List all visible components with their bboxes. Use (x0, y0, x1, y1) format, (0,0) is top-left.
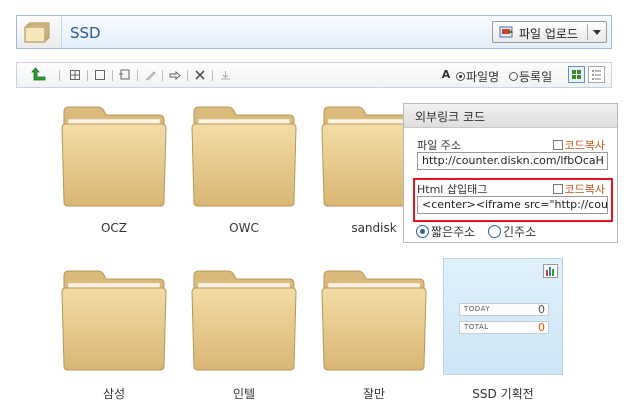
upload-icon (499, 25, 514, 42)
radio-selected-icon (416, 225, 429, 238)
popup-titlebar: 외부링크 코드 (404, 104, 617, 128)
html-tag-field[interactable]: <center><iframe src="http://coun (417, 196, 608, 214)
thumbnail-view-button[interactable] (568, 66, 585, 83)
folder-header: SSD 파일 업로드 (16, 15, 612, 49)
copy-icon (552, 140, 563, 150)
folder-icon (318, 262, 430, 374)
rename-icon[interactable] (143, 67, 157, 83)
divider (59, 70, 60, 81)
copy-icon (552, 184, 563, 194)
html-tag-label: Html 삽입태그 (417, 183, 488, 196)
upload-label: 파일 업로드 (519, 27, 579, 41)
delete-icon[interactable] (194, 67, 206, 83)
divider (137, 70, 138, 81)
sort-by-date-label: 등록일 (519, 70, 553, 84)
select-all-icon[interactable] (69, 67, 81, 83)
folder-icon (58, 262, 170, 374)
long-url-label: 긴주소 (503, 225, 537, 239)
folder-stack-icon (17, 16, 62, 48)
file-address-field[interactable]: http://counter.diskn.com/lfbOcaH (417, 152, 608, 170)
today-counter: TODAY 0 (459, 303, 549, 316)
external-link-popup: 외부링크 코드 파일 주소 코드복사 http://counter.diskn.… (403, 103, 618, 243)
long-url-option[interactable]: 긴주소 (488, 223, 536, 240)
today-value: 0 (538, 303, 545, 316)
total-counter: TOTAL 0 (459, 321, 549, 334)
move-icon[interactable] (168, 67, 182, 83)
divider (112, 70, 113, 81)
sort-by-name-option[interactable]: 파일명 (456, 68, 499, 85)
folder-item[interactable]: 삼성 (54, 262, 174, 412)
radio-selected-icon (456, 72, 465, 81)
bar-chart-icon (543, 264, 558, 281)
page-title: SSD (70, 24, 101, 42)
file-address-label: 파일 주소 (417, 139, 461, 152)
folder-name: OCZ (100, 221, 128, 235)
short-url-option[interactable]: 짧은주소 (416, 223, 475, 240)
copy-label: 코드복사 (564, 183, 605, 196)
copy-address-button[interactable]: 코드복사 (552, 137, 605, 153)
folder-icon (188, 262, 300, 374)
copy-html-button[interactable]: 코드복사 (552, 181, 605, 197)
list-icon (592, 70, 601, 80)
divider (187, 70, 188, 81)
divider (87, 70, 88, 81)
folder-icon (58, 98, 170, 210)
folder-item[interactable]: OWC (184, 98, 304, 248)
divider (212, 70, 213, 81)
folder-name: OWC (229, 221, 259, 235)
grid-icon (572, 70, 581, 79)
today-label: TODAY (464, 305, 491, 313)
folder-name: 삼성 (102, 387, 126, 401)
popup-title: 외부링크 코드 (415, 110, 486, 124)
download-icon[interactable] (218, 67, 232, 83)
list-view-button[interactable] (588, 66, 605, 83)
short-url-label: 짧은주소 (431, 225, 476, 239)
deselect-icon[interactable] (94, 67, 106, 83)
total-label: TOTAL (464, 323, 489, 331)
font-size-icon[interactable]: A (439, 67, 453, 83)
radio-icon (509, 72, 518, 81)
folder-item[interactable]: 잘만 (314, 262, 434, 412)
chevron-down-icon[interactable] (593, 30, 601, 35)
radio-icon (488, 225, 501, 238)
folder-name: SSD 기획전 (472, 387, 534, 401)
toolbar: A 파일명 등록일 (16, 62, 612, 88)
divider (587, 24, 588, 40)
up-folder-icon[interactable] (31, 67, 47, 83)
upload-button[interactable]: 파일 업로드 (492, 21, 607, 43)
folder-item[interactable]: 인텔 (184, 262, 304, 412)
folder-name: 인텔 (232, 387, 256, 401)
counter-widget[interactable]: TODAY 0 TOTAL 0 (443, 258, 563, 375)
sort-by-name-label: 파일명 (466, 70, 500, 84)
folder-name: 잘만 (362, 387, 386, 401)
folder-icon (188, 98, 300, 210)
divider (162, 70, 163, 81)
folder-item[interactable]: OCZ (54, 98, 174, 248)
copy-label: 코드복사 (564, 139, 605, 152)
total-value: 0 (538, 321, 545, 334)
sort-by-date-option[interactable]: 등록일 (509, 68, 552, 85)
new-folder-icon[interactable] (118, 67, 132, 83)
